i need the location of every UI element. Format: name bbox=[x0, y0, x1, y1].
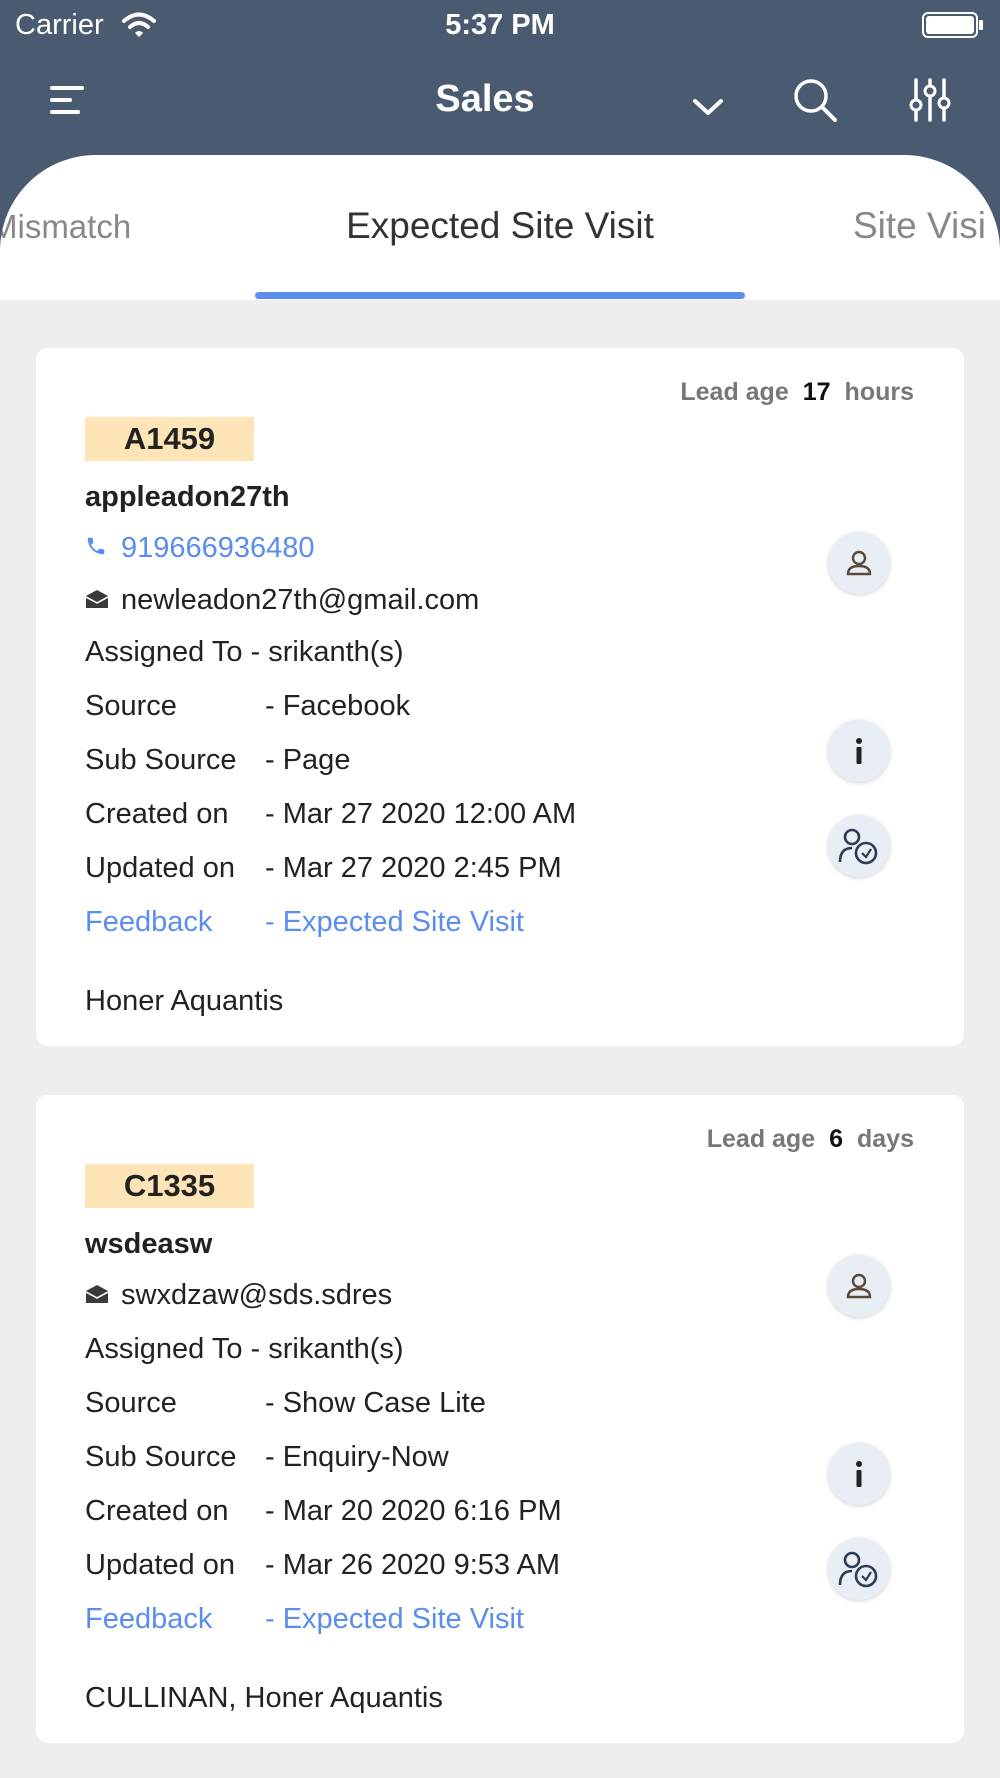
person-icon bbox=[846, 1273, 872, 1299]
updated-label: Updated on bbox=[85, 1549, 235, 1581]
info-icon bbox=[856, 738, 862, 764]
phone-number[interactable]: 919666936480 bbox=[121, 532, 315, 565]
active-tab-indicator bbox=[255, 292, 745, 299]
tab-site-visit[interactable]: Site Visi bbox=[853, 205, 986, 247]
lead-age-unit: hours bbox=[844, 378, 914, 406]
feedback-row[interactable]: Feedback - Expected Site Visit bbox=[85, 906, 524, 939]
tab-mismatch[interactable]: Mismatch bbox=[0, 208, 131, 246]
lead-card[interactable]: Lead age 6 days C1335 wsdeasw swxdzaw@sds.… bbox=[36, 1095, 964, 1743]
created-value: - Mar 20 2020 6:16 PM bbox=[265, 1495, 562, 1527]
created-label: Created on bbox=[85, 798, 229, 830]
profile-button[interactable] bbox=[828, 532, 890, 594]
dropdown-button[interactable] bbox=[688, 60, 728, 140]
sub-source-value: - Enquiry-Now bbox=[265, 1441, 449, 1473]
sub-source-row: Sub Source - Enquiry-Now bbox=[85, 1441, 449, 1474]
sliders-icon bbox=[909, 78, 951, 122]
created-row: Created on - Mar 20 2020 6:16 PM bbox=[85, 1495, 562, 1528]
sub-source-label: Sub Source bbox=[85, 1441, 237, 1473]
sub-source-row: Sub Source - Page bbox=[85, 744, 350, 777]
lead-name: appleadon27th bbox=[85, 481, 290, 513]
source-row: Source - Show Case Lite bbox=[85, 1387, 486, 1420]
info-button[interactable] bbox=[828, 720, 890, 782]
email-row: swxdzaw@sds.sdres bbox=[85, 1279, 392, 1312]
updated-row: Updated on - Mar 27 2020 2:45 PM bbox=[85, 852, 562, 885]
project-name: CULLINAN, Honer Aquantis bbox=[85, 1682, 443, 1714]
source-value: - Show Case Lite bbox=[265, 1387, 486, 1419]
source-label: Source bbox=[85, 690, 177, 722]
menu-button[interactable] bbox=[38, 60, 98, 140]
lead-age: Lead age 6 days bbox=[707, 1125, 914, 1154]
tab-expected-site-visit[interactable]: Expected Site Visit bbox=[255, 205, 745, 247]
search-button[interactable] bbox=[790, 60, 840, 140]
updated-label: Updated on bbox=[85, 852, 235, 884]
tab-bar: Mismatch Expected Site Visit Site Visi bbox=[0, 155, 1000, 300]
lead-age-unit: days bbox=[857, 1125, 914, 1153]
lead-age-label: Lead age bbox=[706, 1125, 816, 1153]
source-row: Source - Facebook bbox=[85, 690, 410, 723]
nav-bar: Sales bbox=[0, 60, 1000, 140]
reassign-button[interactable] bbox=[828, 815, 890, 877]
battery-icon bbox=[922, 12, 983, 38]
lead-code-badge: A1459 bbox=[85, 417, 254, 461]
updated-value: - Mar 27 2020 2:45 PM bbox=[265, 852, 562, 884]
feedback-label[interactable]: Feedback bbox=[85, 906, 265, 939]
lead-card[interactable]: Lead age 17 hours A1459 appleadon27th 9196… bbox=[36, 348, 964, 1046]
email: swxdzaw@sds.sdres bbox=[121, 1279, 393, 1311]
updated-row: Updated on - Mar 26 2020 9:53 AM bbox=[85, 1549, 560, 1582]
info-button[interactable] bbox=[828, 1443, 890, 1505]
lead-age-label: Lead age bbox=[680, 378, 789, 406]
feedback-label[interactable]: Feedback bbox=[85, 1603, 265, 1636]
lead-age: Lead age 17 hours bbox=[680, 378, 914, 407]
status-bar: Carrier 5:37 PM bbox=[0, 0, 1000, 50]
info-icon bbox=[856, 1461, 862, 1487]
created-label: Created on bbox=[85, 1495, 229, 1527]
created-value: - Mar 27 2020 12:00 AM bbox=[265, 798, 577, 830]
feedback-value[interactable]: - Expected Site Visit bbox=[265, 1603, 524, 1636]
menu-icon bbox=[50, 86, 84, 114]
chevron-down-icon bbox=[693, 99, 723, 115]
lead-age-value: 6 bbox=[829, 1125, 844, 1153]
email-row: newleadon27th@gmail.com bbox=[85, 584, 479, 617]
user-timer-icon bbox=[838, 828, 878, 865]
created-row: Created on - Mar 27 2020 12:00 AM bbox=[85, 798, 576, 831]
phone-row[interactable]: 919666936480 bbox=[85, 532, 315, 565]
source-value: - Facebook bbox=[265, 690, 411, 722]
mail-icon bbox=[85, 590, 109, 608]
reassign-button[interactable] bbox=[828, 1538, 890, 1600]
feedback-value[interactable]: - Expected Site Visit bbox=[265, 906, 524, 939]
email: newleadon27th@gmail.com bbox=[121, 584, 480, 616]
page-title[interactable]: Sales bbox=[380, 78, 590, 121]
project-name: Honer Aquantis bbox=[85, 985, 284, 1017]
sub-source-value: - Page bbox=[265, 744, 351, 776]
profile-button[interactable] bbox=[828, 1255, 890, 1317]
sub-source-label: Sub Source bbox=[85, 744, 237, 776]
search-icon bbox=[794, 79, 837, 122]
source-label: Source bbox=[85, 1387, 177, 1419]
status-time: 5:37 PM bbox=[445, 9, 555, 41]
assigned-row: Assigned To - srikanth(s) bbox=[85, 1333, 404, 1365]
lead-name: wsdeasw bbox=[85, 1228, 213, 1260]
updated-value: - Mar 26 2020 9:53 AM bbox=[265, 1549, 560, 1581]
filter-button[interactable] bbox=[905, 60, 955, 140]
feedback-row[interactable]: Feedback - Expected Site Visit bbox=[85, 1603, 524, 1636]
assigned-row: Assigned To - srikanth(s) bbox=[85, 636, 404, 668]
person-icon bbox=[846, 550, 872, 576]
lead-code-badge: C1335 bbox=[85, 1164, 254, 1208]
phone-icon bbox=[87, 537, 105, 555]
user-timer-icon bbox=[838, 1551, 878, 1588]
mail-icon bbox=[85, 1285, 109, 1303]
lead-age-value: 17 bbox=[802, 378, 831, 406]
